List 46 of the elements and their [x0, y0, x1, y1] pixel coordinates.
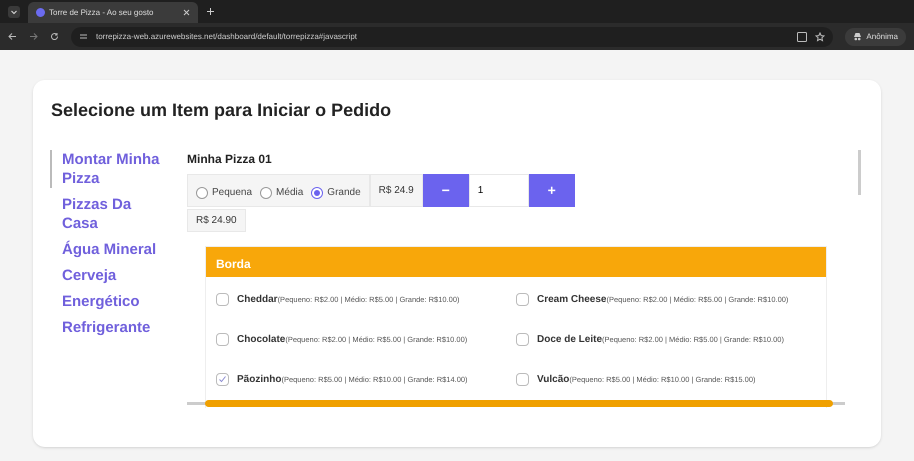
- new-tab-icon[interactable]: [206, 7, 215, 16]
- radio-button[interactable]: [260, 186, 272, 198]
- increment-button[interactable]: +: [528, 174, 575, 207]
- profile-button[interactable]: Anônima: [845, 28, 906, 46]
- checkbox[interactable]: [516, 332, 529, 346]
- radio-button[interactable]: [311, 186, 324, 198]
- sidebar-item[interactable]: Pizzas Da Casa: [50, 195, 170, 233]
- sidebar-item[interactable]: Montar Minha Pizza: [50, 150, 170, 188]
- site-settings-icon[interactable]: [79, 32, 88, 41]
- checkbox[interactable]: [216, 292, 229, 306]
- checkbox[interactable]: [216, 372, 229, 386]
- radio-button[interactable]: [196, 186, 208, 198]
- forward-icon[interactable]: [29, 32, 38, 41]
- size-label: Pequena: [212, 186, 252, 200]
- address-bar[interactable]: torrepizza-web.azurewebsites.net/dashboard/default/torrepizza#javascript: [71, 26, 834, 46]
- pizza-name: Minha Pizza 01: [187, 151, 273, 168]
- total-price: R$ 24.90: [187, 209, 246, 232]
- page-title: Selecione um Item para Iniciar o Pedido: [51, 99, 392, 122]
- unit-price: R$ 24.9: [370, 174, 423, 207]
- sidebar-item[interactable]: Refrigerante: [50, 318, 170, 337]
- scroll-thumb[interactable]: [205, 400, 833, 407]
- url-text: torrepizza-web.azurewebsites.net/dashboard/default/torrepizza#javascript: [96, 30, 358, 42]
- profile-label: Anônima: [866, 30, 898, 42]
- incognito-icon: [853, 32, 862, 41]
- browser-tab[interactable]: Torre de Pizza - Ao seu gosto: [28, 2, 198, 23]
- sidebar-item[interactable]: Cerveja: [50, 266, 170, 285]
- reload-icon[interactable]: [50, 32, 59, 41]
- dropdown-icon[interactable]: [8, 6, 20, 18]
- star-icon[interactable]: [815, 32, 826, 42]
- close-icon[interactable]: [183, 9, 190, 16]
- size-label: Grande: [327, 186, 361, 200]
- decrement-button[interactable]: −: [422, 174, 469, 207]
- section-header: Borda: [206, 247, 826, 277]
- globe-icon: [36, 8, 45, 17]
- vertical-scroll-thumb[interactable]: [858, 150, 861, 195]
- checkmark-icon: [218, 374, 227, 384]
- back-icon[interactable]: [8, 32, 17, 41]
- tab-title: Torre de Pizza - Ao seu gosto: [49, 6, 154, 18]
- checkbox[interactable]: [516, 372, 529, 386]
- translate-icon[interactable]: [797, 32, 808, 42]
- checkbox[interactable]: [516, 292, 529, 306]
- sidebar-item[interactable]: Energético: [50, 292, 170, 311]
- quantity-field[interactable]: 1: [468, 174, 529, 207]
- checkbox[interactable]: [216, 332, 229, 346]
- sidebar-item[interactable]: Água Mineral: [50, 240, 170, 259]
- size-label: Média: [276, 186, 304, 200]
